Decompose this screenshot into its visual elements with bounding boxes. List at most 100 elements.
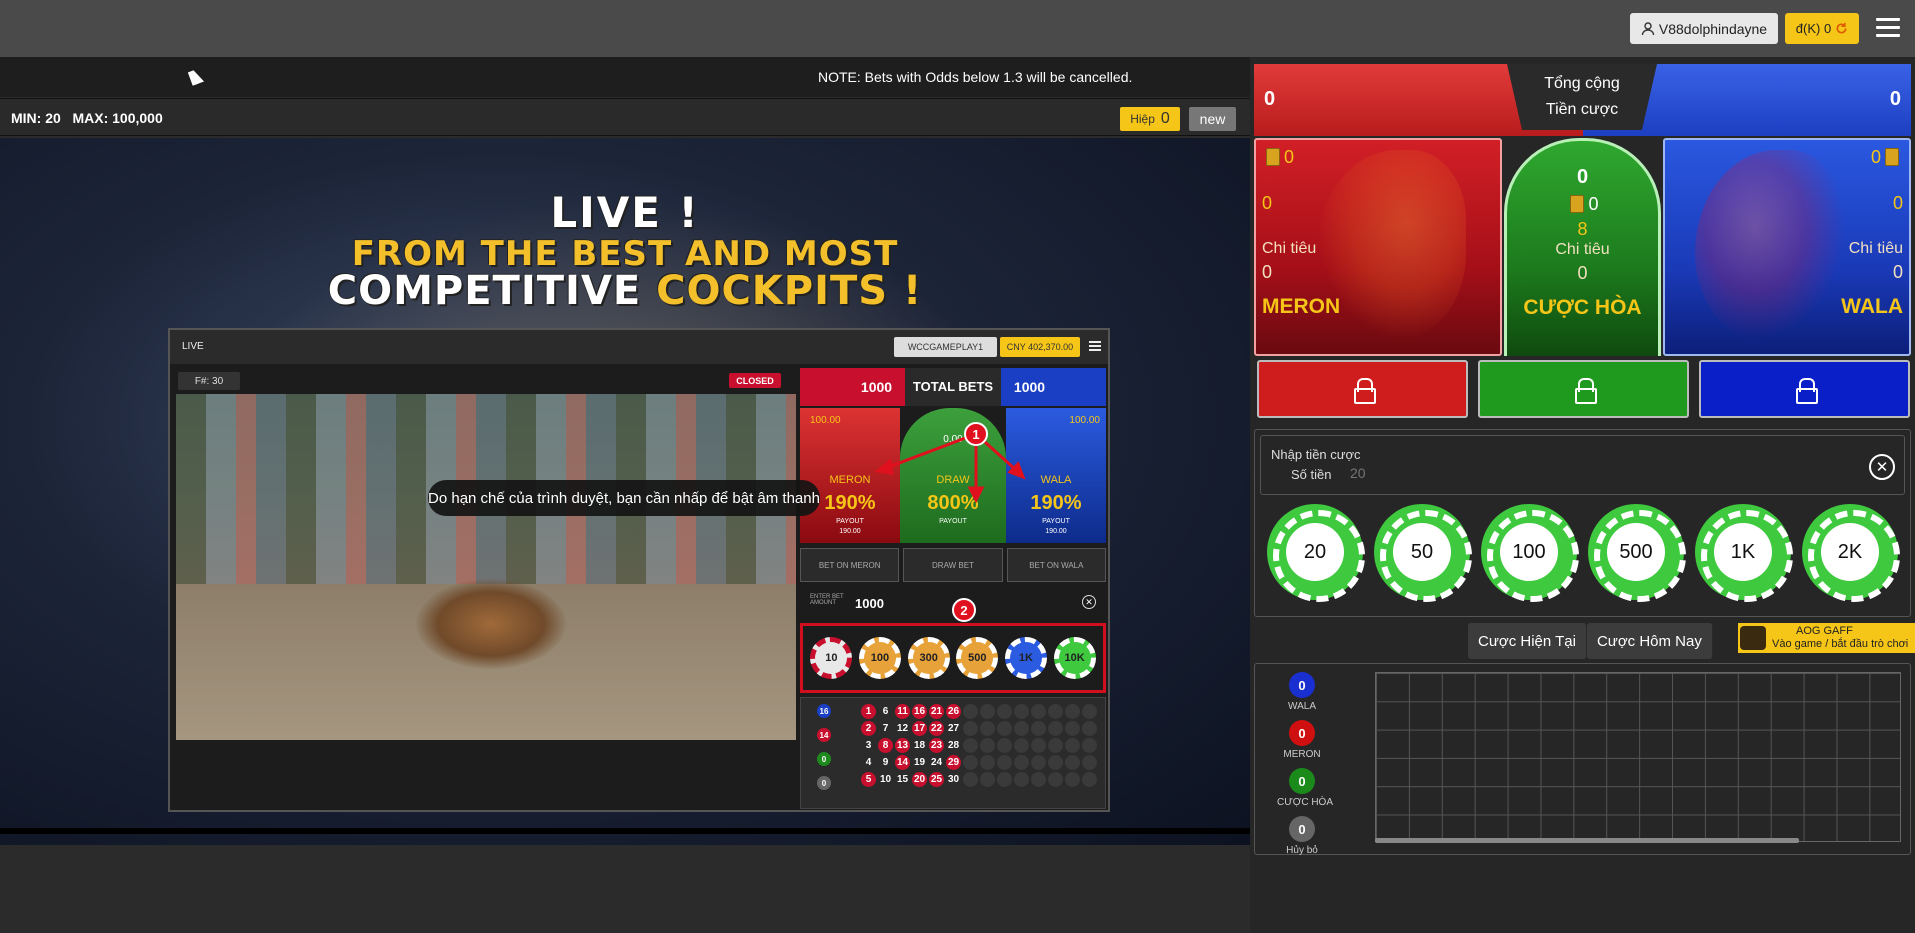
- promo-line-3a: COMPETITIVE: [327, 268, 642, 314]
- balance-button[interactable]: đ(K) 0: [1785, 13, 1859, 44]
- chip-500[interactable]: 500: [1588, 504, 1686, 602]
- promo-line-3b: COCKPITS !: [656, 268, 923, 314]
- promo-line-3: COMPETITIVE COCKPITS !: [0, 268, 1250, 314]
- chip-20[interactable]: 20: [1267, 504, 1365, 602]
- new-button[interactable]: new: [1189, 107, 1236, 131]
- chip-label: 20: [1286, 523, 1344, 581]
- round-label: Hiệp: [1130, 112, 1155, 126]
- meron-value: 0: [1262, 193, 1273, 213]
- bet-history-tabs: Cược Hiện Tại Cược Hôm Nay: [1468, 623, 1713, 659]
- draw-top-value: 0: [1576, 166, 1589, 188]
- refresh-icon[interactable]: [1835, 22, 1848, 35]
- road-scrollbar[interactable]: [1375, 838, 1799, 843]
- draw-value: 8: [1577, 219, 1588, 239]
- lock-icon: [1353, 378, 1376, 404]
- bet-wala-button[interactable]: [1699, 360, 1910, 418]
- round-value: 0: [1160, 110, 1170, 127]
- aog-logo-icon: [1740, 626, 1766, 650]
- legend-count: 0: [1289, 768, 1315, 794]
- chip-label: 1K: [1714, 523, 1772, 581]
- legend-item: 0 CƯỢC HÒA: [1277, 768, 1334, 808]
- bet-buttons: [1254, 360, 1911, 420]
- top-bar: V88dolphindayne đ(K) 0: [0, 0, 1915, 57]
- chip-2K[interactable]: 2K: [1802, 504, 1900, 602]
- legend-count: 0: [1289, 720, 1315, 746]
- chip-label: 50: [1393, 523, 1451, 581]
- betting-panel: 0 0 Tổng cộng Tiền cược 0 0 Chi tiêu 0 M…: [1250, 57, 1915, 933]
- username-label: V88dolphindayne: [1658, 20, 1768, 37]
- wala-rooster-icon: [1695, 150, 1845, 340]
- bet-limits: MIN: 20 MAX: 100,000: [11, 110, 163, 126]
- chip-label: 500: [1607, 523, 1665, 581]
- legend-item: 0 MERON: [1277, 720, 1327, 760]
- round-badge: Hiệp 0: [1120, 107, 1180, 131]
- chip-row: 20 50 100 500 1K 2K: [1267, 504, 1903, 604]
- annotation-marker-2: 2: [952, 598, 976, 622]
- bet-amount-row: Nhập tiền cược Số tiền ✕: [1260, 435, 1905, 495]
- road-grid: [1375, 672, 1901, 842]
- meron-limit-value: 0: [1262, 262, 1273, 282]
- annotation-marker-1: 1: [964, 422, 988, 446]
- live-video[interactable]: LIVE ! FROM THE BEST AND MOST COMPETITIV…: [0, 138, 1250, 845]
- aog-subtitle: Vào game / bắt đầu trò chơi: [1772, 638, 1909, 650]
- lock-icon: [1795, 378, 1818, 404]
- total-bets-label: Tổng cộng Tiền cược: [1507, 64, 1657, 130]
- odds-notice: NOTE: Bets with Odds below 1.3 will be c…: [818, 69, 1133, 85]
- legend-label: CƯỢC HÒA: [1277, 797, 1334, 808]
- draw-limit-label: Chi tiêu: [1555, 241, 1610, 258]
- draw-limit-value: 0: [1577, 263, 1588, 283]
- lock-icon: [1574, 378, 1597, 404]
- chip-1K[interactable]: 1K: [1695, 504, 1793, 602]
- user-account-button[interactable]: V88dolphindayne: [1630, 13, 1778, 44]
- chip-label: 2K: [1821, 523, 1879, 581]
- tab-today-bets[interactable]: Cược Hôm Nay: [1586, 623, 1713, 659]
- coin-icon: [1570, 195, 1585, 213]
- meron-card[interactable]: 0 0 Chi tiêu 0 MERON: [1254, 138, 1502, 356]
- wala-limit-label: Chi tiêu: [1848, 240, 1903, 257]
- coin-icon: [1885, 148, 1899, 166]
- bet-input-label: Nhập tiền cược: [1271, 447, 1361, 462]
- chip-100[interactable]: 100: [1481, 504, 1579, 602]
- legend-item: 0 Hủy bỏ: [1277, 816, 1327, 856]
- wala-card[interactable]: 0 0 Chi tiêu 0 WALA: [1663, 138, 1911, 356]
- road-legend: 0 WALA 0 MERON 0 CƯỢC HÒA 0 Hủy bỏ: [1277, 672, 1334, 864]
- bet-amount-input[interactable]: [1350, 463, 1750, 483]
- sound-tooltip[interactable]: Do hạn chế của trình duyệt, bạn cần nhấp…: [428, 480, 820, 516]
- promo-line-1: LIVE !: [550, 188, 700, 237]
- result-road: 0 WALA 0 MERON 0 CƯỢC HÒA 0 Hủy bỏ: [1254, 663, 1911, 856]
- coin-icon: [1266, 148, 1280, 166]
- legend-item: 0 WALA: [1277, 672, 1327, 712]
- total-bets-bar: 0 0 Tổng cộng Tiền cược: [1254, 64, 1911, 136]
- legend-label: Hủy bỏ: [1286, 845, 1318, 856]
- wala-total: 0: [1889, 88, 1901, 110]
- limit-bar: MIN: 20 MAX: 100,000 Hiệp 0 new: [0, 98, 1250, 136]
- amount-label: Số tiền: [1291, 467, 1332, 482]
- user-icon: [1641, 21, 1655, 35]
- promo-screenshot: LIVE WCCGAMEPLAY1 CNY 402,370.00 F#: 30 …: [168, 328, 1110, 812]
- bet-meron-button[interactable]: [1257, 360, 1468, 418]
- meron-name: MERON: [1262, 295, 1341, 318]
- meron-total: 0: [1264, 88, 1276, 110]
- tab-current-bets[interactable]: Cược Hiện Tại: [1468, 623, 1587, 659]
- legend-count: 0: [1289, 672, 1315, 698]
- aog-gaff-banner[interactable]: AOG GAFF Vào game / bắt đầu trò chơi: [1738, 623, 1915, 653]
- bet-amount-box: Nhập tiền cược Số tiền ✕ 20 50 100 500 1K 2K: [1254, 429, 1911, 617]
- chip-label: 100: [1500, 523, 1558, 581]
- draw-card[interactable]: 0 0 8 Chi tiêu 0 CƯỢC HÒA: [1504, 138, 1661, 356]
- meron-limit-label: Chi tiêu: [1262, 240, 1317, 257]
- annotation-arrows: [874, 432, 1026, 504]
- draw-name: CƯỢC HÒA: [1523, 296, 1642, 319]
- wala-value: 0: [1892, 193, 1903, 213]
- bet-draw-button[interactable]: [1478, 360, 1689, 418]
- chip-50[interactable]: 50: [1374, 504, 1472, 602]
- bet-cards: 0 0 Chi tiêu 0 MERON 0 0 8 Chi tiêu 0 CƯ…: [1254, 138, 1911, 356]
- notice-bar: NOTE: Bets with Odds below 1.3 will be c…: [0, 57, 1250, 97]
- legend-count: 0: [1289, 816, 1315, 842]
- hamburger-icon[interactable]: [1876, 18, 1900, 38]
- aog-title: AOG GAFF: [1796, 625, 1853, 637]
- clear-icon[interactable]: ✕: [1869, 454, 1895, 480]
- wala-limit-value: 0: [1892, 262, 1903, 282]
- legend-label: WALA: [1288, 701, 1316, 712]
- legend-label: MERON: [1283, 749, 1321, 760]
- wala-name: WALA: [1841, 295, 1903, 318]
